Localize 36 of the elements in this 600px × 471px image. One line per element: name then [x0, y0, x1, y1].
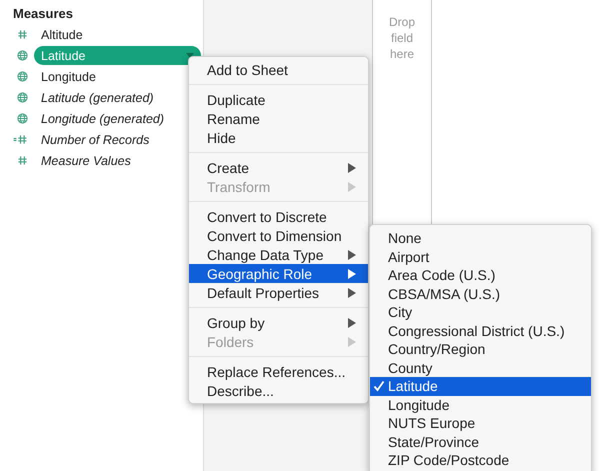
menu-item[interactable]: County	[370, 358, 591, 377]
menu-item[interactable]: Change Data Type	[189, 245, 368, 264]
menu-item[interactable]: Convert to Discrete	[189, 207, 368, 226]
field-pill[interactable]: Altitude	[34, 25, 201, 44]
globe-icon	[17, 113, 28, 124]
hash-icon	[17, 29, 28, 40]
menu-item[interactable]: Create	[189, 158, 368, 177]
globe-icon	[17, 50, 28, 61]
calculated-hash-icon	[13, 134, 28, 145]
menu-item[interactable]: City	[370, 303, 591, 322]
menu-item[interactable]: Describe...	[189, 381, 368, 400]
menu-item[interactable]: Latitude	[370, 377, 591, 396]
menu-item[interactable]: Area Code (U.S.)	[370, 266, 591, 284]
caret-icon[interactable]	[186, 52, 194, 58]
globe-icon	[17, 71, 28, 82]
section-heading: Measures	[12, 6, 74, 23]
drop-hint: Drop field here	[388, 14, 416, 62]
hash-icon	[17, 155, 28, 166]
menu-item[interactable]: Longitude	[370, 396, 591, 414]
menu-item[interactable]: Airport	[370, 248, 591, 266]
menu-item[interactable]: Rename	[189, 109, 368, 128]
menu-item[interactable]: None	[370, 229, 591, 248]
menu-item[interactable]: Congressional District (U.S.)	[370, 322, 591, 340]
menu-item[interactable]: Country/Region	[370, 340, 591, 358]
menu-item[interactable]: ZIP Code/Postcode	[370, 451, 591, 470]
menu-item[interactable]: Geographic Role	[189, 264, 368, 283]
menu-item[interactable]: Group by	[189, 313, 368, 332]
menu-item[interactable]: Duplicate	[189, 90, 368, 109]
menu-item[interactable]: Replace References...	[189, 362, 368, 381]
menu-item[interactable]: Default Properties	[189, 283, 368, 302]
menu-item[interactable]: State/Province	[370, 432, 591, 451]
menu-item[interactable]: NUTS Europe	[370, 414, 591, 432]
menu-item[interactable]: CBSA/MSA (U.S.)	[370, 284, 591, 303]
menu-item[interactable]: Convert to Dimension	[189, 226, 368, 245]
globe-icon	[17, 92, 28, 103]
menu-item[interactable]: Hide	[189, 128, 368, 147]
